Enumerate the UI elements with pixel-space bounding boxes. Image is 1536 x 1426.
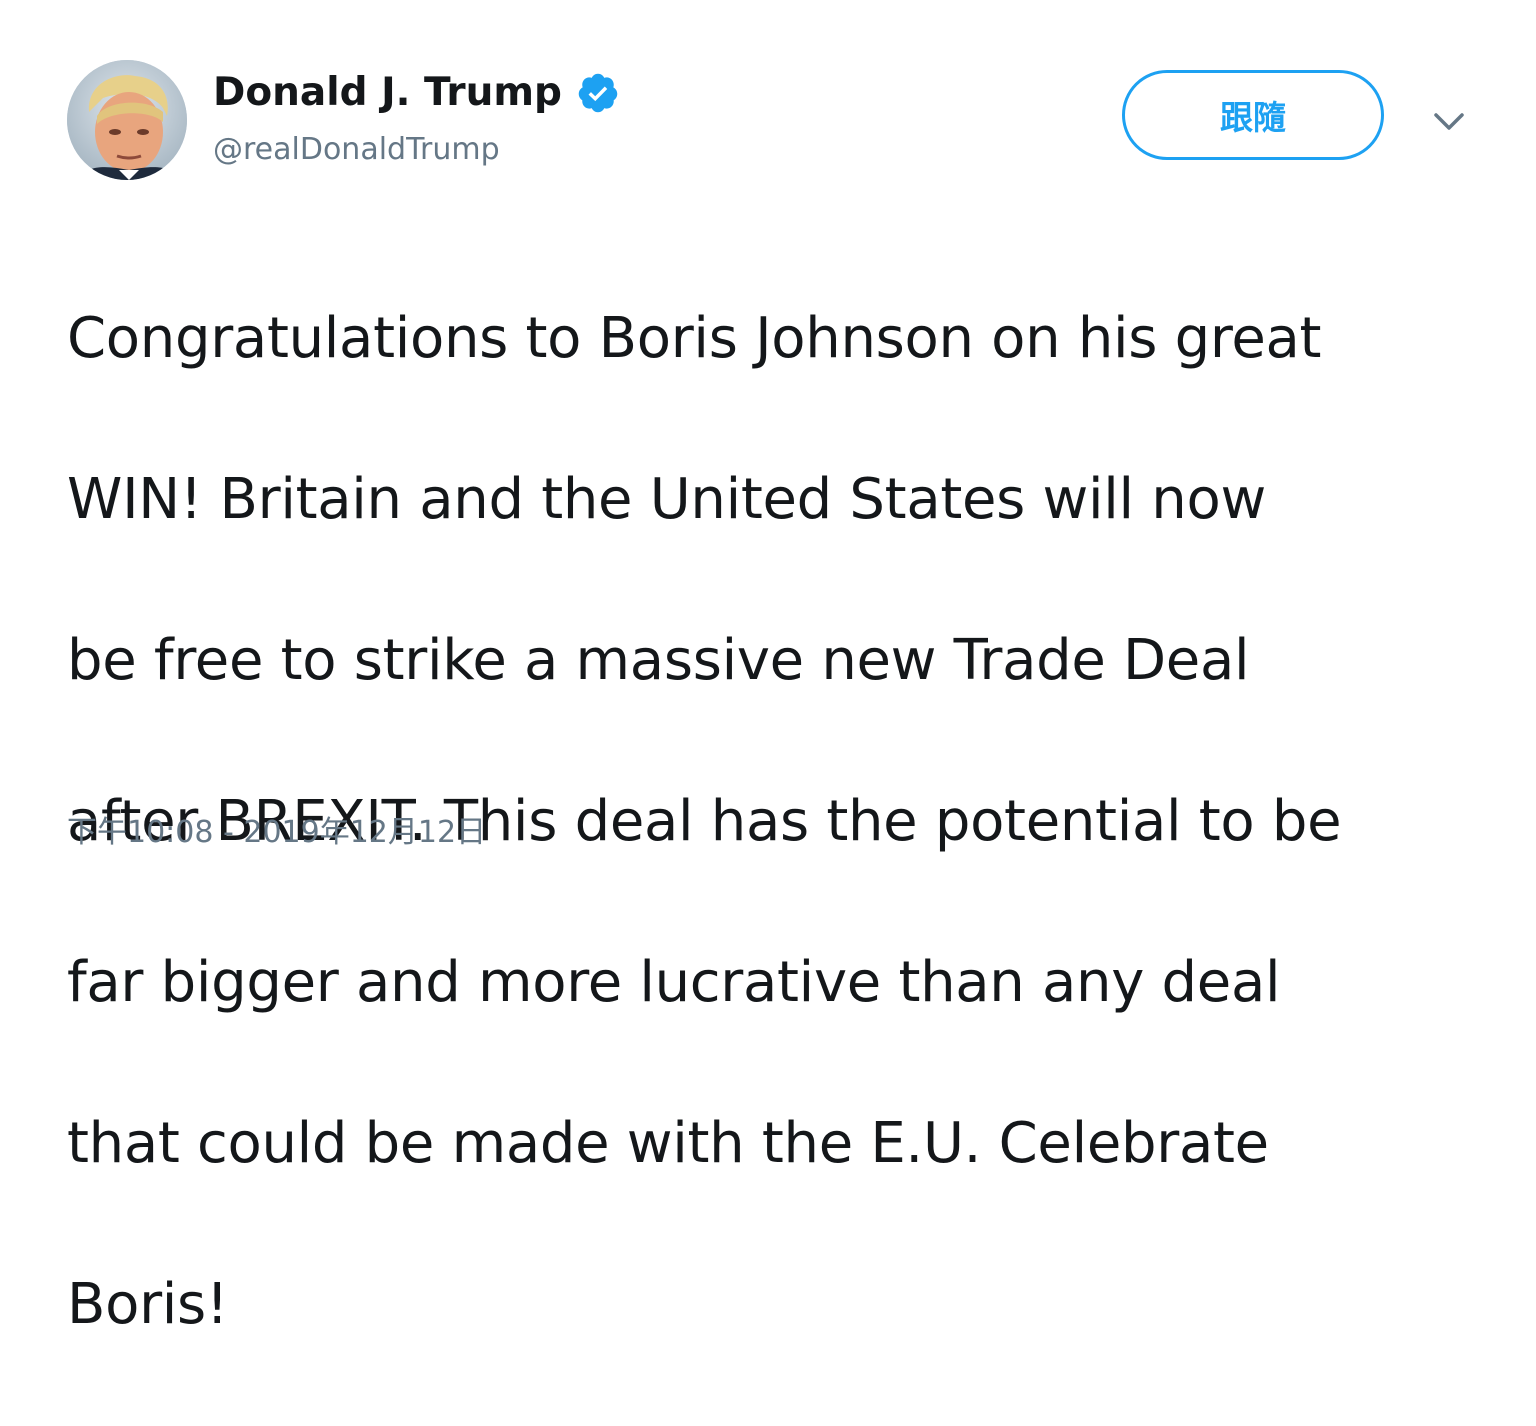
tweet-text-line: WIN! Britain and the United States will …	[67, 466, 1266, 532]
verified-badge-icon	[578, 73, 618, 113]
follow-button[interactable]: 跟隨	[1122, 70, 1384, 160]
display-name-text: Donald J. Trump	[213, 70, 562, 115]
tweet-text-line: far bigger and more lucrative than any d…	[67, 949, 1281, 1015]
display-name[interactable]: Donald J. Trump	[213, 67, 620, 119]
user-handle[interactable]: @realDonaldTrump	[213, 130, 500, 170]
tweet-text-line: Congratulations to Boris Johnson on his …	[67, 305, 1322, 371]
chevron-down-icon[interactable]	[1430, 104, 1468, 138]
tweet-text-line: be free to strike a massive new Trade De…	[67, 627, 1250, 693]
profile-photo	[67, 60, 187, 180]
tweet-timestamp[interactable]: 下午10:08 - 2019年12月12日	[67, 811, 486, 855]
tweet-text-line: that could be made with the E.U. Celebra…	[67, 1110, 1269, 1176]
tweet-text-line: Boris!	[67, 1271, 229, 1337]
avatar[interactable]	[67, 60, 187, 180]
